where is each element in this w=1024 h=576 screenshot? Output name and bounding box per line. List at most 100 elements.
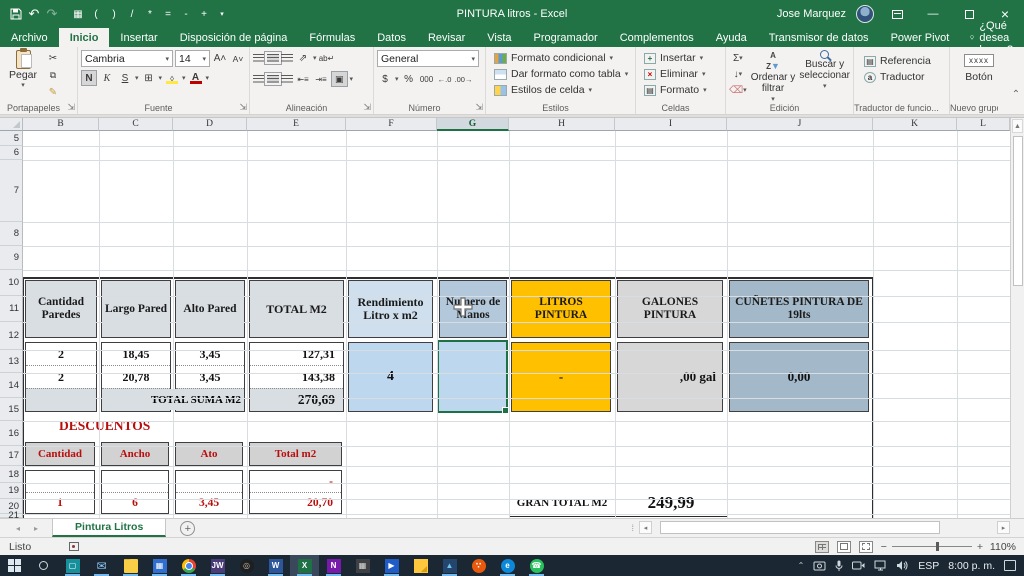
normal-view-icon[interactable] <box>815 541 829 553</box>
taskbar-start-icon[interactable] <box>0 555 29 576</box>
taskbar-whatsapp-icon[interactable]: ☎ <box>522 555 551 576</box>
header-cell[interactable]: CUÑETES PINTURA DE 19lts <box>729 280 869 338</box>
user-name[interactable]: Jose Marquez <box>777 8 846 20</box>
clock[interactable]: 8:00 p. m. <box>948 560 995 572</box>
alignment-dialog-launcher-icon[interactable]: ⇲ <box>363 102 371 113</box>
macro-record-icon[interactable] <box>69 542 79 551</box>
cell-J8-cunetes[interactable]: 0,00 <box>729 342 869 412</box>
autosum-icon[interactable]: Σ▾ <box>729 50 747 66</box>
taskbar-jw-library-icon[interactable]: JW <box>203 555 232 576</box>
borders-icon[interactable]: ⊞ <box>141 70 157 86</box>
form-macro-icon[interactable]: ▦ <box>70 5 86 23</box>
cell-H8-litros[interactable]: - <box>511 342 611 412</box>
scrollbar-splitter[interactable]: ⁞ <box>631 523 635 533</box>
qat-macro-button[interactable]: ( <box>88 5 104 23</box>
row-header-9[interactable]: 9 <box>0 246 23 270</box>
cell-B8[interactable]: 2 <box>26 343 96 365</box>
row-header-16[interactable]: 16 <box>0 421 23 446</box>
chevron-up-icon[interactable]: ⌃ <box>798 561 805 570</box>
shrink-font-icon[interactable]: A˅ <box>230 51 246 67</box>
column-header-E[interactable]: E <box>247 118 346 131</box>
format-cells-button[interactable]: ▤Formato▾ <box>644 82 722 98</box>
sheet-tab-pintura-litros[interactable]: Pintura Litros <box>52 519 166 537</box>
row-header-11[interactable]: 11 <box>0 296 23 322</box>
taskbar-media-player-icon[interactable]: ▶ <box>377 555 406 576</box>
qat-macro-button[interactable]: = <box>160 5 176 23</box>
row-header-8[interactable]: 8 <box>0 222 23 246</box>
tab-disposici-n-de-p-gina[interactable]: Disposición de página <box>169 28 299 47</box>
taskbar-mail-icon[interactable]: ✉ <box>87 555 116 576</box>
header-cell[interactable]: Largo Pared <box>101 280 171 338</box>
bold-button[interactable]: N <box>81 70 97 86</box>
sort-filter-button[interactable]: AZ▼ Ordenar y filtrar▾ <box>749 50 798 105</box>
column-header-F[interactable]: F <box>346 118 437 131</box>
row-header-12[interactable]: 12 <box>0 322 23 350</box>
increase-indent-icon[interactable]: ⇥≡ <box>313 71 329 87</box>
paste-button[interactable]: Pegar▾ <box>3 50 43 89</box>
qat-macro-button[interactable]: ) <box>106 5 122 23</box>
horizontal-scrollbar[interactable]: ⁞ ◂ ▸ <box>631 520 1010 535</box>
tab-datos[interactable]: Datos <box>366 28 417 47</box>
undo-icon[interactable]: ↶ <box>26 5 42 23</box>
conditional-formatting-button[interactable]: Formato condicional▾ <box>494 50 632 66</box>
avatar[interactable] <box>856 5 874 23</box>
customize-qat-icon[interactable]: ▾ <box>214 5 230 23</box>
column-header-G[interactable]: G <box>437 118 509 131</box>
network-display-icon[interactable] <box>874 560 887 571</box>
zoom-in-icon[interactable]: + <box>977 541 983 553</box>
format-as-table-button[interactable]: Dar formato como tabla▾ <box>494 66 632 82</box>
find-select-button[interactable]: Buscar y seleccionar▾ <box>799 50 850 92</box>
align-top-icon[interactable] <box>253 54 265 62</box>
cell-D8[interactable]: 3,45 <box>176 343 244 365</box>
camera-icon[interactable] <box>852 561 865 570</box>
number-dialog-launcher-icon[interactable]: ⇲ <box>475 102 483 113</box>
qat-macro-button[interactable]: * <box>142 5 158 23</box>
translator-button[interactable]: aTraductor <box>864 69 946 85</box>
taskbar-sticky-notes-icon[interactable] <box>406 555 435 576</box>
taskbar-movies-tv-icon[interactable]: ▢ <box>58 555 87 576</box>
column-header-D[interactable]: D <box>173 118 247 131</box>
column-header-C[interactable]: C <box>99 118 173 131</box>
zoom-level[interactable]: 110% <box>988 541 1016 553</box>
microphone-icon[interactable] <box>835 560 843 572</box>
column-header-H[interactable]: H <box>509 118 615 131</box>
align-middle-icon[interactable] <box>267 54 279 62</box>
spreadsheet-grid[interactable]: Cantidad Paredes Largo Pared Alto Pared … <box>0 118 1010 518</box>
row-header-18[interactable]: 18 <box>0 466 23 483</box>
comma-format-icon[interactable]: 000 <box>419 71 435 87</box>
clipboard-dialog-launcher-icon[interactable]: ⇲ <box>67 102 75 113</box>
italic-button[interactable]: K <box>99 70 115 86</box>
tab-vista[interactable]: Vista <box>476 28 522 47</box>
font-size-combo[interactable]: 14▾ <box>175 50 210 67</box>
gran-total-label[interactable]: GRAN TOTAL M2 <box>509 489 615 516</box>
row-header-14[interactable]: 14 <box>0 373 23 398</box>
taskbar-recorder-icon[interactable]: ◎ <box>232 555 261 576</box>
sheet-nav-right-icon[interactable]: ▸ <box>34 524 38 533</box>
gran-total-value[interactable]: 249,99 <box>615 489 727 516</box>
qat-macro-button[interactable]: / <box>124 5 140 23</box>
cut-icon[interactable]: ✂ <box>45 50 61 66</box>
cell-E10-total[interactable]: 270,69 <box>250 388 343 411</box>
row-header-19[interactable]: 19 <box>0 483 23 499</box>
cell-C13[interactable] <box>102 471 168 492</box>
currency-format-icon[interactable]: $ <box>377 71 393 87</box>
minimize-button[interactable]: — <box>920 3 946 25</box>
percent-format-icon[interactable]: % <box>401 71 417 87</box>
tab-inicio[interactable]: Inicio <box>59 28 110 47</box>
sheet-nav-left-icon[interactable]: ◂ <box>16 524 20 533</box>
copy-icon[interactable]: ⧉ <box>45 67 61 83</box>
font-color-icon[interactable]: A <box>188 70 204 86</box>
font-dialog-launcher-icon[interactable]: ⇲ <box>239 102 247 113</box>
collapse-ribbon-icon[interactable]: ⌃ <box>1008 47 1024 114</box>
volume-icon[interactable] <box>896 560 909 571</box>
zoom-slider-thumb[interactable] <box>936 542 939 551</box>
font-name-combo[interactable]: Cambria▾ <box>81 50 173 67</box>
scroll-left-icon[interactable]: ◂ <box>639 521 652 534</box>
page-layout-view-icon[interactable] <box>837 541 851 553</box>
cell-D9[interactable]: 3,45 <box>176 365 244 388</box>
fill-icon[interactable]: ↓▾ <box>729 66 747 82</box>
align-bottom-icon[interactable] <box>281 54 293 62</box>
vertical-scrollbar[interactable]: ▲ <box>1010 118 1024 518</box>
row-header-10[interactable]: 10 <box>0 270 23 296</box>
tab-f-rmulas[interactable]: Fórmulas <box>298 28 366 47</box>
